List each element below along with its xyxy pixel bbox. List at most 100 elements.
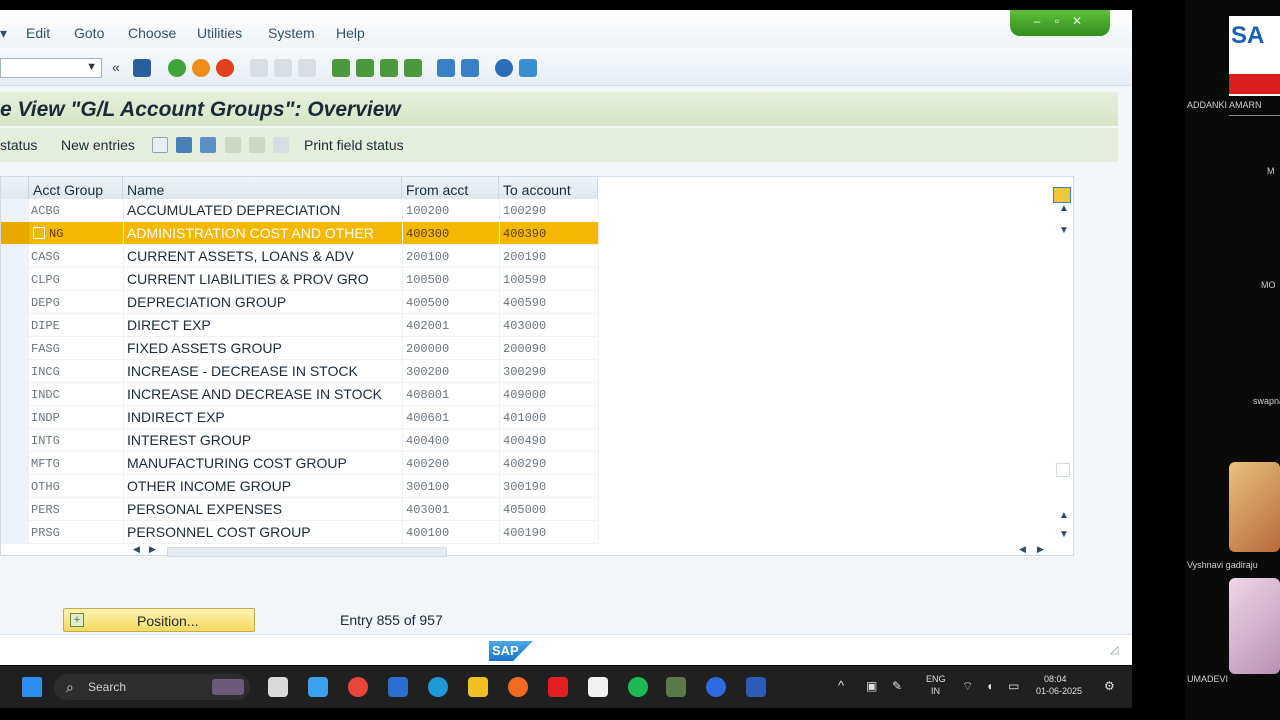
cell-acct-group[interactable]: FASG — [31, 342, 60, 356]
new-session-icon[interactable] — [437, 59, 455, 77]
row-selector[interactable] — [1, 498, 29, 520]
task-view-icon[interactable] — [268, 677, 288, 697]
cell-acct-group[interactable]: PRSG — [31, 526, 60, 540]
cell-acct-group[interactable]: OTHG — [31, 480, 60, 494]
cell-name[interactable]: ADMINISTRATION COST AND OTHER — [127, 225, 374, 241]
language-indicator[interactable]: ENG — [926, 674, 946, 684]
copilot-icon[interactable] — [308, 677, 328, 697]
spotify-icon[interactable] — [628, 677, 648, 697]
copy-icon[interactable] — [152, 137, 168, 153]
cell-from-acct[interactable]: 408001 — [406, 388, 449, 402]
cell-acct-group[interactable]: INDP — [31, 411, 60, 425]
row-selector[interactable] — [1, 360, 29, 382]
cell-from-acct[interactable]: 400601 — [406, 411, 449, 425]
cell-acct-group[interactable]: CLPG — [31, 273, 60, 287]
next-page-icon[interactable] — [380, 59, 398, 77]
row-selector[interactable] — [1, 521, 29, 543]
cell-acct-group[interactable]: MFTG — [31, 457, 60, 471]
word-icon[interactable] — [746, 677, 766, 697]
menu-system[interactable]: System — [268, 25, 315, 41]
cell-name[interactable]: INCREASE - DECREASE IN STOCK — [127, 363, 358, 379]
cell-from-acct[interactable]: 400100 — [406, 526, 449, 540]
taskbar-search[interactable]: ⌕ Search — [54, 674, 250, 700]
cell-from-acct[interactable]: 100200 — [406, 204, 449, 218]
clock-time[interactable]: 08:04 — [1044, 674, 1067, 684]
row-selector[interactable] — [1, 199, 29, 221]
horizontal-scrollbar[interactable]: ◀ ▶ ◀ ▶ — [131, 544, 1051, 557]
table-row[interactable]: INTG INTEREST GROUP 400400 400490 — [1, 429, 598, 452]
scroll-left-icon[interactable]: ◀ — [133, 544, 140, 555]
resize-grip-icon[interactable]: ◿ — [1110, 643, 1118, 656]
row-selector[interactable] — [1, 406, 29, 428]
menu-edge-icon[interactable]: ▾ — [0, 25, 7, 42]
new-entries-button[interactable]: New entries — [61, 137, 135, 153]
header-from-acct[interactable]: From acct — [402, 177, 499, 199]
battery-icon[interactable]: ▭ — [1008, 679, 1019, 693]
cell-from-acct[interactable]: 400200 — [406, 457, 449, 471]
row-selector[interactable] — [1, 429, 29, 451]
row-selector[interactable] — [1, 291, 29, 313]
cell-acct-group[interactable]: ACBG — [31, 204, 60, 218]
undo-icon[interactable] — [200, 137, 216, 153]
cell-to-account[interactable]: 400490 — [503, 434, 546, 448]
table-row[interactable]: FASG FIXED ASSETS GROUP 200000 200090 — [1, 337, 598, 360]
cell-acct-group[interactable]: CASG — [31, 250, 60, 264]
row-selector[interactable] — [1, 475, 29, 497]
cell-to-account[interactable]: 300290 — [503, 365, 546, 379]
cell-name[interactable]: INTEREST GROUP — [127, 432, 251, 448]
first-page-icon[interactable] — [332, 59, 350, 77]
firefox-icon[interactable] — [508, 677, 528, 697]
table-row[interactable]: NG ADMINISTRATION COST AND OTHER 400300 400… — [1, 222, 598, 245]
table-row[interactable]: DEPG DEPRECIATION GROUP 400500 400590 — [1, 291, 598, 314]
cell-name[interactable]: MANUFACTURING COST GROUP — [127, 455, 347, 471]
cell-to-account[interactable]: 400290 — [503, 457, 546, 471]
shortcut-icon[interactable] — [461, 59, 479, 77]
row-selector[interactable] — [1, 268, 29, 290]
scroll-far-left-icon[interactable]: ◀ — [1019, 544, 1026, 555]
scroll-page-down-icon[interactable]: ▼ — [1059, 529, 1069, 540]
table-row[interactable]: CASG CURRENT ASSETS, LOANS & ADV 200100 200… — [1, 245, 598, 268]
row-selector[interactable] — [1, 314, 29, 336]
volume-icon[interactable]: ◖ — [986, 679, 993, 693]
cell-name[interactable]: INCREASE AND DECREASE IN STOCK — [127, 386, 382, 402]
row-selector[interactable] — [1, 337, 29, 359]
cell-to-account[interactable]: 403000 — [503, 319, 546, 333]
zoom-icon[interactable] — [706, 677, 726, 697]
deselect-all-icon[interactable] — [273, 137, 289, 153]
edge-icon[interactable] — [428, 677, 448, 697]
cell-to-account[interactable]: 200090 — [503, 342, 546, 356]
cell-to-account[interactable]: 400190 — [503, 526, 546, 540]
header-name[interactable]: Name — [123, 177, 402, 199]
cell-name[interactable]: PERSONAL EXPENSES — [127, 501, 282, 517]
layout-menu-icon[interactable] — [519, 59, 537, 77]
cell-to-account[interactable]: 401000 — [503, 411, 546, 425]
cell-from-acct[interactable]: 402001 — [406, 319, 449, 333]
table-row[interactable]: DIPE DIRECT EXP 402001 403000 — [1, 314, 598, 337]
command-field[interactable]: ▼ — [0, 58, 102, 78]
table-row[interactable]: CLPG CURRENT LIABILITIES & PROV GRO 100500… — [1, 268, 598, 291]
participant-video[interactable] — [1229, 578, 1280, 674]
cell-from-acct[interactable]: 400400 — [406, 434, 449, 448]
clock-date[interactable]: 01-06-2025 — [1036, 686, 1082, 696]
cell-to-account[interactable]: 409000 — [503, 388, 546, 402]
cell-name[interactable]: DIRECT EXP — [127, 317, 211, 333]
tray-app-icon[interactable]: ▣ — [866, 679, 877, 693]
exit-icon[interactable] — [192, 59, 210, 77]
cell-to-account[interactable]: 100590 — [503, 273, 546, 287]
previous-page-icon[interactable] — [356, 59, 374, 77]
header-acct-group[interactable]: Acct Group — [29, 177, 123, 199]
tray-pen-icon[interactable]: ✎ — [892, 679, 902, 693]
file-explorer-icon[interactable] — [468, 677, 488, 697]
cell-acct-group[interactable]: DIPE — [31, 319, 60, 333]
menu-help[interactable]: Help — [336, 25, 365, 41]
row-selector[interactable] — [1, 222, 29, 244]
cell-name[interactable]: PERSONNEL COST GROUP — [127, 524, 311, 540]
menu-utilities[interactable]: Utilities — [197, 25, 242, 41]
vertical-scrollbar[interactable]: ▲ ▼ ▲ ▼ — [1055, 199, 1073, 540]
cell-name[interactable]: CURRENT LIABILITIES & PROV GRO — [127, 271, 369, 287]
tray-chevron-icon[interactable]: ^ — [838, 678, 844, 693]
cell-name[interactable]: DEPRECIATION GROUP — [127, 294, 286, 310]
participant-video[interactable] — [1229, 462, 1280, 552]
sap-logon-icon[interactable] — [666, 677, 686, 697]
select-block-icon[interactable] — [249, 137, 265, 153]
